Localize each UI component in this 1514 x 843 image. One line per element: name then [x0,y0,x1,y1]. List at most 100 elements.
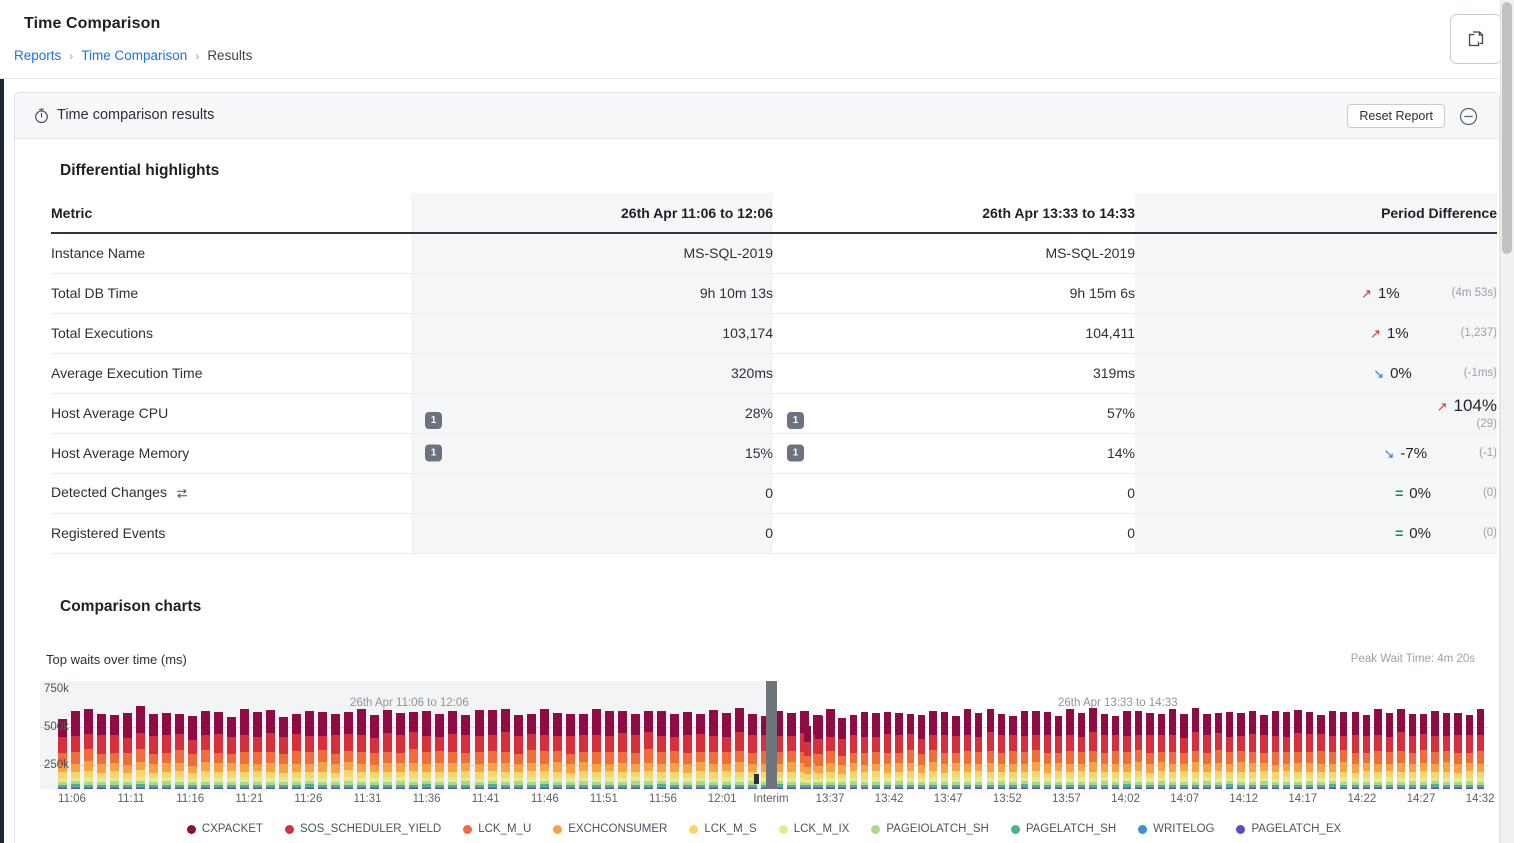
chart-bar[interactable] [136,706,146,789]
legend-item[interactable]: EXCHCONSUMER [553,823,667,835]
chart-bar[interactable] [734,708,744,789]
chart-bar[interactable] [552,712,562,789]
chart-bar[interactable] [1157,714,1165,789]
page-scrollbar-thumb[interactable] [1502,2,1512,254]
chart-bar[interactable] [578,714,588,789]
chart-bar[interactable] [906,713,915,789]
legend-item[interactable]: PAGEIOLATCH_SH [871,823,989,835]
chart-bar[interactable] [630,714,640,789]
chart-bar[interactable] [1294,710,1302,789]
chart-bar[interactable] [786,712,796,789]
chart-bar[interactable] [721,712,731,789]
chart-bar[interactable] [1009,715,1017,789]
annotation-badge[interactable]: 1 [425,444,442,462]
chart-bar[interactable] [539,709,549,789]
chart-bar[interactable] [918,715,926,789]
chart-bar[interactable] [1305,712,1314,789]
chart-bar[interactable] [201,710,211,789]
chart-bar[interactable] [929,710,937,789]
chart-bar[interactable] [513,715,523,789]
chart-bar[interactable] [500,709,510,789]
legend-item[interactable]: SOS_SCHEDULER_YIELD [284,823,441,835]
chart-bar[interactable] [1134,711,1143,789]
chart-bar[interactable] [952,715,960,789]
breadcrumb-item-time-comparison[interactable]: Time Comparison [81,48,187,63]
chart-bar[interactable] [175,713,185,789]
chart-bar[interactable] [1317,714,1325,789]
chart-bar[interactable] [1123,711,1131,789]
chart-bar[interactable] [305,711,315,789]
chart-bar[interactable] [240,709,250,789]
chart-bar[interactable] [883,711,892,789]
chart-bar[interactable] [123,713,133,789]
chart-bar[interactable] [1283,712,1291,789]
chart-bar[interactable] [331,713,341,789]
chart-bar[interactable] [604,711,614,789]
interim-divider[interactable] [766,681,777,789]
chart-bar[interactable] [695,713,705,789]
chart-bar[interactable] [1146,713,1154,789]
chart-bar[interactable] [214,711,224,789]
chart-bar[interactable] [682,712,692,789]
chart-bar[interactable] [1454,713,1462,789]
chart-bar[interactable] [838,718,846,789]
annotation-badge[interactable]: 1 [425,411,442,429]
chart-bar[interactable] [188,716,198,789]
chart-bar[interactable] [1431,710,1439,789]
chart-bar[interactable] [1111,715,1120,789]
legend-item[interactable]: LCK_M_U [463,823,531,835]
chart-bar[interactable] [448,711,458,789]
chart-bar[interactable] [1340,711,1348,789]
chart-bar[interactable] [804,725,812,789]
chart-bar[interactable] [872,712,880,789]
chart-bar[interactable] [266,710,276,789]
chart-bar[interactable] [422,711,432,789]
chart-bar[interactable] [1362,715,1371,789]
chart-bar[interactable] [1476,709,1485,789]
chart-bar[interactable] [669,713,679,789]
chart-bar[interactable] [1226,711,1234,789]
chart-bar[interactable] [1066,708,1074,789]
chart-bar[interactable] [1020,711,1029,789]
chart-bar[interactable] [997,714,1006,789]
legend-item[interactable]: LCK_M_IX [778,823,849,835]
chart-bar[interactable] [279,716,289,789]
page-scrollbar-track[interactable] [1500,0,1514,843]
chart-bar[interactable] [474,710,484,789]
chart-bar[interactable] [162,713,172,789]
chart-bar[interactable] [1032,711,1040,789]
chart-bar[interactable] [383,710,393,789]
chart-bar[interactable] [986,708,994,789]
chart-bar[interactable] [963,708,972,789]
chart-bar[interactable] [1169,709,1177,789]
chart-bar[interactable] [1465,714,1473,789]
chart-bar[interactable] [591,709,601,789]
chart-bar[interactable] [1408,714,1416,789]
chart-bar[interactable] [1351,712,1359,789]
chart-bar[interactable] [826,713,835,789]
chart-bar[interactable] [643,711,653,789]
chart-bar[interactable] [617,710,627,789]
chart-bar[interactable] [1385,712,1394,789]
chart-bar[interactable] [1043,712,1051,789]
annotation-badge[interactable]: 1 [787,411,804,429]
chart-bar[interactable] [357,709,367,789]
chart-bar[interactable] [708,710,718,789]
legend-item[interactable]: PAGELATCH_SH [1010,823,1116,835]
chart-bar[interactable] [97,713,107,789]
chart-bar[interactable] [895,712,903,789]
chart-bar[interactable] [849,714,858,789]
chart-bar[interactable] [940,712,949,789]
chart-bar[interactable] [84,708,94,789]
chart-bar[interactable] [1419,713,1428,789]
collapse-panel-button[interactable] [1457,105,1479,127]
chart-bar[interactable] [253,712,263,789]
chart-bar[interactable] [318,711,328,789]
chart-bar[interactable] [565,714,575,789]
chart-bar[interactable] [344,712,354,789]
chart-bar[interactable] [1203,714,1211,789]
chart-bar[interactable] [149,713,159,789]
annotation-badge[interactable]: 1 [787,444,804,462]
chart-bar[interactable] [110,714,120,789]
legend-item[interactable]: WRITELOG [1138,823,1214,835]
